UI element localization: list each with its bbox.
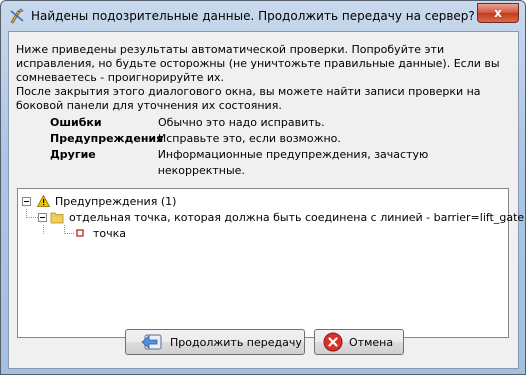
collapse-toggle[interactable] bbox=[22, 196, 31, 206]
tree-item-isolated-node[interactable]: отдельная точка, которая должна быть сое… bbox=[38, 209, 526, 225]
legend-row-errors: Ошибки Обычно это надо исправить. bbox=[50, 115, 518, 131]
legend-description: Обычно это надо исправить. bbox=[158, 116, 325, 129]
title-bar[interactable]: Найдены подозрительные данные. Продолжит… bbox=[1, 1, 525, 31]
legend-term: Другие bbox=[50, 148, 96, 161]
upload-icon bbox=[141, 334, 162, 350]
cancel-button[interactable]: Отмена bbox=[314, 329, 404, 355]
explanation-paragraph-1: Ниже приведены результаты автоматической… bbox=[16, 43, 500, 84]
tree-connector bbox=[26, 217, 38, 218]
warning-icon bbox=[37, 195, 50, 207]
explanation-text: Ниже приведены результаты автоматической… bbox=[16, 43, 511, 113]
close-icon: x bbox=[494, 6, 502, 20]
legend-row-warnings: Предупреждения Исправьте это, если возмо… bbox=[50, 131, 518, 147]
tree-item-label: Предупреждения (1) bbox=[55, 194, 177, 208]
tree-item-warnings[interactable]: Предупреждения (1) bbox=[22, 193, 176, 209]
tree-connector bbox=[43, 225, 44, 234]
cancel-icon bbox=[323, 332, 343, 352]
close-button[interactable]: x bbox=[477, 3, 519, 23]
legend-term: Предупреждения bbox=[50, 132, 164, 145]
dialog-window: Найдены подозрительные данные. Продолжит… bbox=[0, 0, 526, 375]
explanation-paragraph-2: После закрытия этого диалогового окна, в… bbox=[16, 85, 481, 112]
legend-term: Ошибки bbox=[50, 116, 102, 129]
legend-row-other: Другие Информационные предупреждения, за… bbox=[50, 147, 518, 179]
collapse-toggle[interactable] bbox=[38, 212, 47, 222]
tree-item-node[interactable]: точка bbox=[76, 225, 126, 241]
folder-icon bbox=[50, 212, 64, 224]
cancel-label: Отмена bbox=[349, 335, 394, 349]
tree-item-label: точка bbox=[93, 226, 127, 240]
continue-upload-button[interactable]: Продолжить передачу bbox=[125, 329, 305, 355]
continue-upload-label: Продолжить передачу bbox=[170, 335, 302, 349]
window-title: Найдены подозрительные данные. Продолжит… bbox=[31, 9, 475, 23]
tree-connector bbox=[64, 233, 74, 234]
node-icon bbox=[76, 229, 84, 237]
dialog-body: Ниже приведены результаты автоматической… bbox=[8, 31, 525, 369]
severity-legend: Ошибки Обычно это надо исправить. Предуп… bbox=[50, 115, 518, 179]
legend-description: Исправьте это, если возможно. bbox=[158, 132, 341, 145]
validation-tree[interactable]: Предупреждения (1) отдельная точка, кото… bbox=[17, 188, 525, 338]
tree-item-label: отдельная точка, которая должна быть сое… bbox=[69, 210, 526, 224]
legend-description: Информационные предупреждения, зачастую … bbox=[157, 148, 429, 177]
app-icon bbox=[10, 8, 24, 24]
